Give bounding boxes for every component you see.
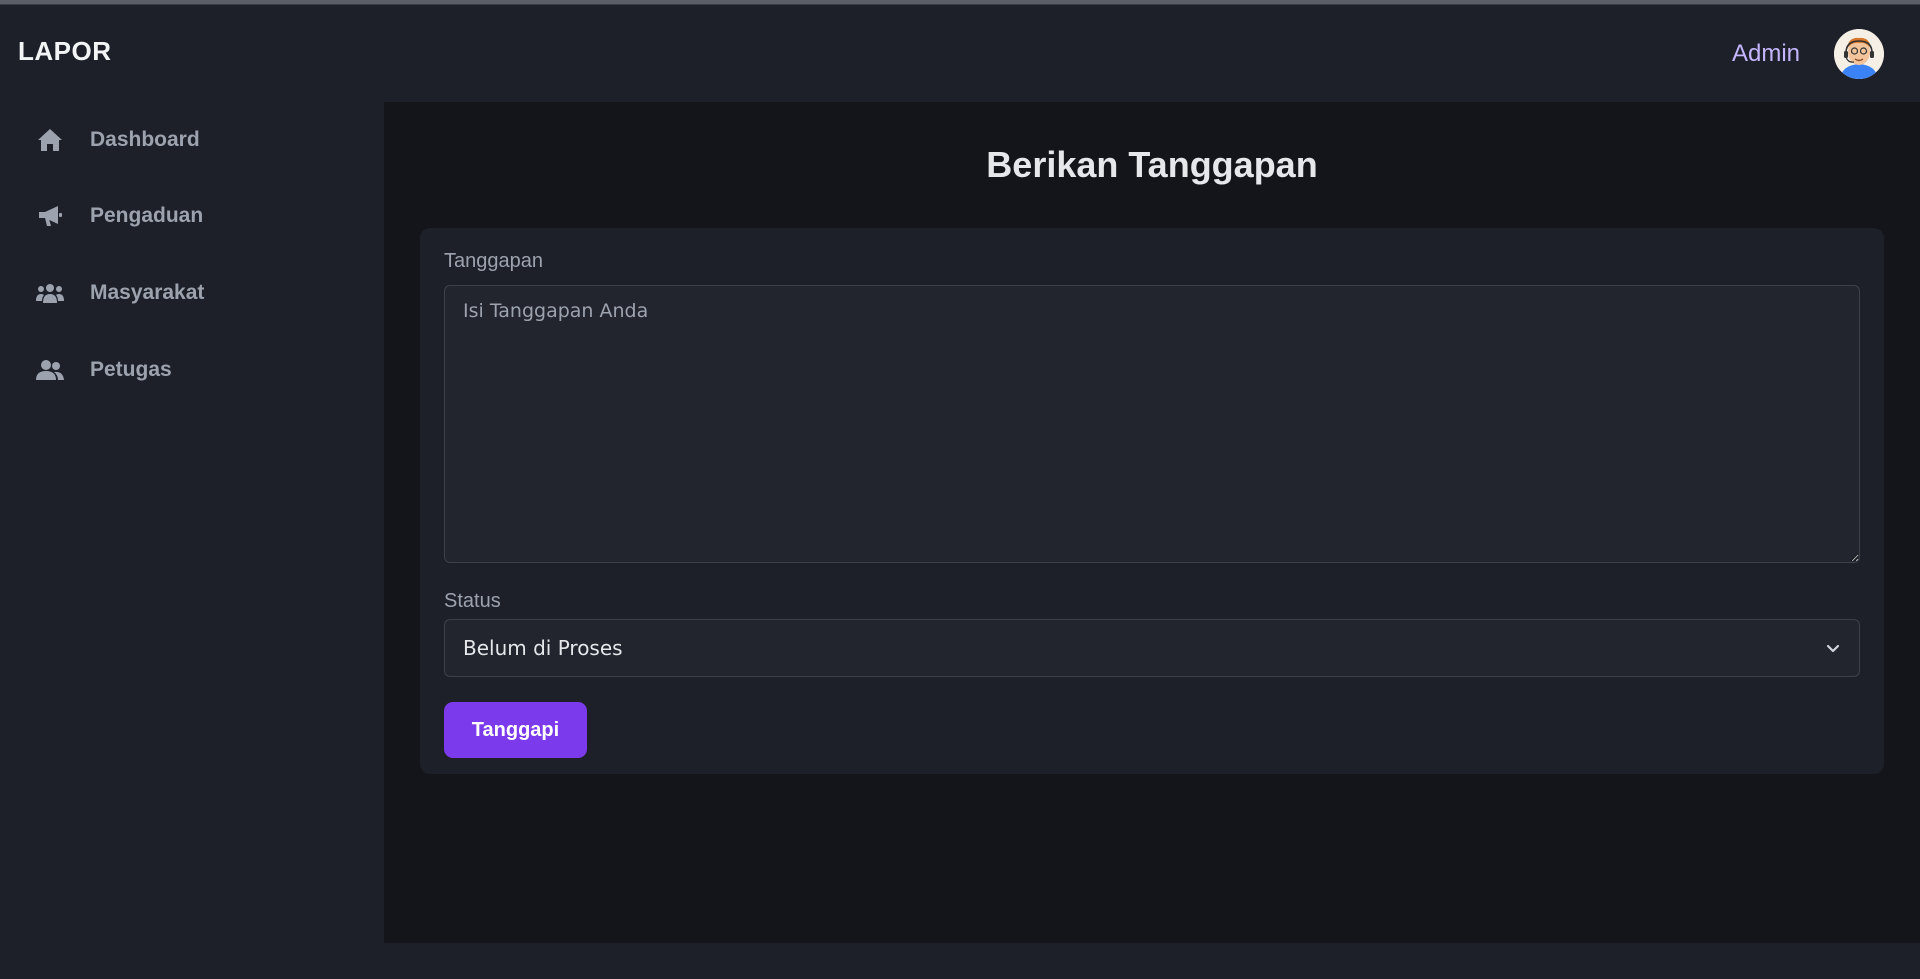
user-name[interactable]: Admin [1732, 40, 1800, 68]
sidebar-item-label: Dashboard [90, 128, 200, 151]
sidebar-item-pengaduan[interactable]: Pengaduan [36, 196, 203, 236]
sidebar-item-petugas[interactable]: Petugas [36, 350, 172, 390]
response-textarea[interactable] [444, 285, 1860, 563]
status-selected-value: Belum di Proses [463, 636, 623, 660]
response-form: Tanggapan Status Belum di Proses Tanggap… [420, 228, 1884, 774]
app-brand[interactable]: LAPOR [18, 36, 112, 67]
home-icon [36, 126, 64, 154]
sidebar-item-label: Pengaduan [90, 204, 204, 227]
sidebar-item-label: Masyarakat [90, 281, 205, 304]
response-label: Tanggapan [444, 250, 543, 272]
sidebar-item-label: Petugas [90, 358, 172, 381]
avatar[interactable] [1834, 29, 1884, 79]
megaphone-icon [36, 202, 64, 230]
user-group-icon [36, 356, 64, 384]
page-title: Berikan Tanggapan [986, 144, 1318, 185]
sidebar: Dashboard Pengaduan Masyarakat Petugas [0, 102, 384, 943]
sidebar-item-masyarakat[interactable]: Masyarakat [36, 273, 204, 313]
chevron-down-icon [1823, 638, 1843, 663]
submit-button[interactable]: Tanggapi [444, 702, 587, 758]
users-icon [36, 279, 64, 307]
status-select[interactable]: Belum di Proses [444, 619, 1860, 677]
window-top-border [0, 0, 1920, 5]
status-label: Status [444, 590, 501, 612]
main-content: Berikan Tanggapan Tanggapan Status Belum… [384, 102, 1920, 943]
sidebar-item-dashboard[interactable]: Dashboard [36, 120, 200, 160]
avatar-icon [1834, 29, 1884, 79]
